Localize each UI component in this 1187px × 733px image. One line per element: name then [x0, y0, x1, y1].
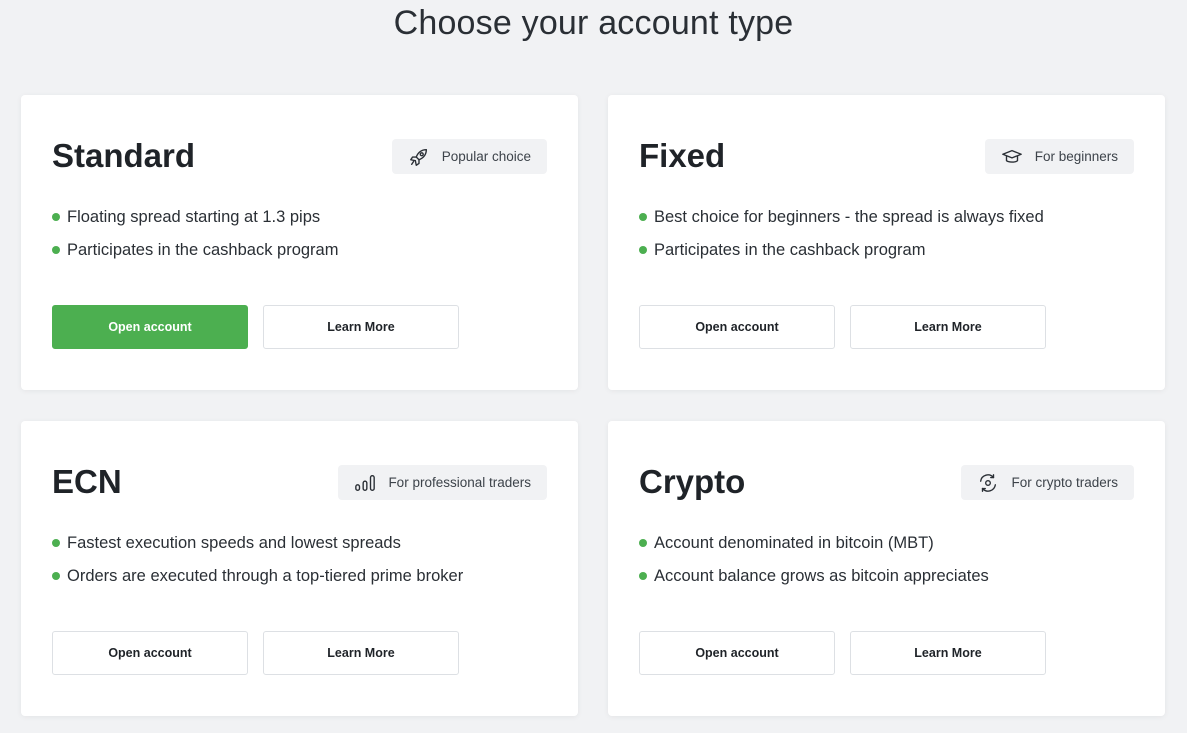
account-title: ECN	[52, 463, 122, 500]
open-account-button[interactable]: Open account	[639, 305, 835, 349]
bullet-dot	[639, 213, 647, 221]
bullet-dot	[52, 539, 60, 547]
bullet-dot	[52, 213, 60, 221]
account-card-standard: Standard Popular choice Floating spread …	[21, 95, 578, 390]
account-title: Fixed	[639, 137, 726, 174]
account-badge: For beginners	[984, 139, 1134, 174]
feature-item: Participates in the cashback program	[639, 240, 1044, 273]
learn-more-button[interactable]: Learn More	[263, 631, 459, 675]
badge-label: For beginners	[1034, 149, 1118, 164]
feature-list: Fastest execution speeds and lowest spre…	[52, 533, 463, 599]
graduation-cap-icon	[1001, 146, 1023, 168]
bullet-dot	[52, 246, 60, 254]
feature-item: Fastest execution speeds and lowest spre…	[52, 533, 463, 566]
page-title: Choose your account type	[393, 4, 794, 42]
open-account-button[interactable]: Open account	[52, 631, 248, 675]
badge-label: Popular choice	[441, 149, 531, 164]
bar-chart-icon	[354, 472, 376, 494]
bullet-dot	[639, 572, 647, 580]
feature-item: Best choice for beginners - the spread i…	[639, 207, 1044, 240]
learn-more-button[interactable]: Learn More	[263, 305, 459, 349]
account-card-crypto: Crypto For crypto traders Account denomi…	[608, 421, 1165, 716]
feature-item: Floating spread starting at 1.3 pips	[52, 207, 338, 240]
account-card-fixed: Fixed For beginners Best choice for begi…	[608, 95, 1165, 390]
crypto-exchange-icon	[977, 472, 999, 494]
bullet-dot	[52, 572, 60, 580]
account-badge: Popular choice	[391, 139, 547, 174]
feature-item: Account balance grows as bitcoin appreci…	[639, 566, 989, 599]
learn-more-button[interactable]: Learn More	[850, 631, 1046, 675]
bullet-dot	[639, 539, 647, 547]
account-title: Standard	[52, 137, 196, 174]
feature-item: Account denominated in bitcoin (MBT)	[639, 533, 989, 566]
feature-item: Orders are executed through a top-tiered…	[52, 566, 463, 599]
account-card-ecn: ECN For professional traders Fastest exe…	[21, 421, 578, 716]
account-badge: For crypto traders	[961, 465, 1134, 500]
feature-list: Floating spread starting at 1.3 pips Par…	[52, 207, 338, 273]
feature-item: Participates in the cashback program	[52, 240, 338, 273]
learn-more-button[interactable]: Learn More	[850, 305, 1046, 349]
account-title: Crypto	[639, 463, 746, 500]
account-badge: For professional traders	[338, 465, 547, 500]
rocket-icon	[408, 146, 430, 168]
open-account-button[interactable]: Open account	[52, 305, 248, 349]
open-account-button[interactable]: Open account	[639, 631, 835, 675]
feature-list: Account denominated in bitcoin (MBT) Acc…	[639, 533, 989, 599]
bullet-dot	[639, 246, 647, 254]
badge-label: For crypto traders	[1011, 475, 1118, 490]
feature-list: Best choice for beginners - the spread i…	[639, 207, 1044, 273]
badge-label: For professional traders	[388, 475, 531, 490]
